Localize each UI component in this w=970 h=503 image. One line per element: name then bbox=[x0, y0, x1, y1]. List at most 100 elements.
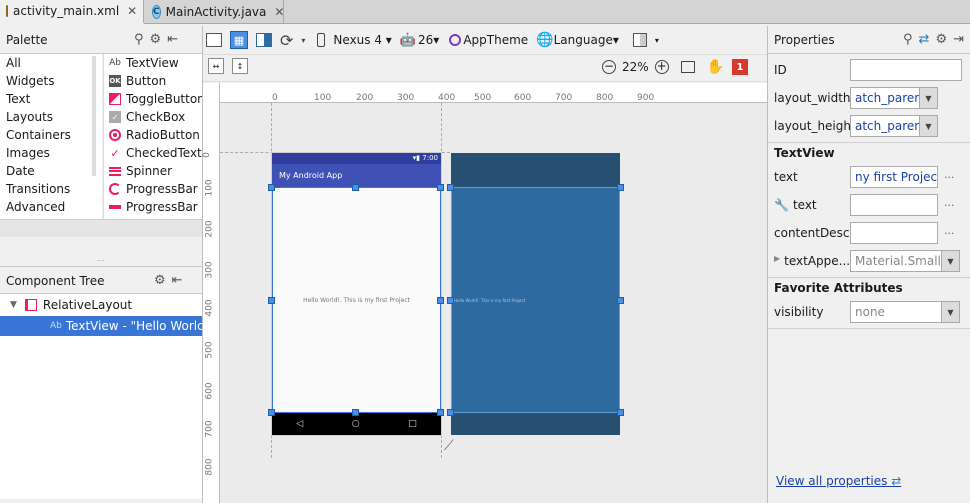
category-all[interactable]: All bbox=[0, 54, 102, 72]
zoom-out-icon[interactable]: − bbox=[602, 60, 616, 74]
resize-handle[interactable] bbox=[447, 184, 454, 191]
content-description-input[interactable] bbox=[850, 222, 938, 244]
ruler-tick: 300 bbox=[204, 261, 215, 279]
prop-tools-text: 🔧 text ··· bbox=[768, 191, 970, 219]
widget-checkbox[interactable]: ✓ CheckBox bbox=[104, 108, 202, 126]
layout-variants-icon[interactable] bbox=[632, 33, 647, 47]
gear-icon[interactable]: ⚙ bbox=[154, 273, 166, 288]
view-all-properties-link[interactable]: View all properties ⇄ bbox=[776, 474, 901, 488]
resize-handle[interactable] bbox=[437, 184, 444, 191]
resize-handle[interactable] bbox=[437, 409, 444, 416]
gear-icon[interactable]: ⚙ bbox=[935, 32, 947, 47]
resize-handle[interactable] bbox=[447, 409, 454, 416]
prop-label-wrap: ▶ textAppe... bbox=[774, 254, 850, 268]
resize-handle[interactable] bbox=[437, 297, 444, 304]
widget-textview[interactable]: Ab TextView bbox=[104, 54, 202, 72]
resize-corner-icon[interactable]: ⟋ bbox=[444, 438, 454, 454]
blueprint-textview[interactable]: Hello World!. This is my first Project bbox=[451, 187, 620, 413]
properties-header-icons: ⚲ ⇄ ⚙ ⇥ bbox=[903, 32, 964, 47]
text-input[interactable]: ny first Project bbox=[850, 166, 938, 188]
widget-radiobutton[interactable]: RadioButton bbox=[104, 126, 202, 144]
language-dropdown[interactable]: Language▾ bbox=[554, 33, 619, 47]
prop-text-appearance: ▶ textAppe... Material.Small ▼ bbox=[768, 247, 970, 275]
tree-item-textview[interactable]: Ab TextView - "Hello World!. This is my … bbox=[0, 316, 202, 336]
resize-handle[interactable] bbox=[447, 297, 454, 304]
visibility-input[interactable]: none bbox=[850, 301, 942, 323]
category-layouts[interactable]: Layouts bbox=[0, 108, 102, 126]
category-widgets[interactable]: Widgets bbox=[0, 72, 102, 90]
chevron-down-icon[interactable]: ▼ bbox=[920, 115, 938, 137]
pan-horizontal-icon[interactable]: ↔ bbox=[208, 58, 224, 74]
error-badge[interactable]: 1 bbox=[732, 59, 748, 75]
close-icon[interactable]: ✕ bbox=[127, 4, 137, 18]
tab-label: activity_main.xml bbox=[13, 4, 120, 18]
tab-mainactivity[interactable]: C MainActivity.java ✕ bbox=[146, 0, 284, 24]
widget-progressbar-circle[interactable]: ProgressBar bbox=[104, 180, 202, 198]
java-class-icon: C bbox=[152, 5, 161, 19]
hide-panel-icon[interactable]: ⇤ bbox=[167, 32, 178, 47]
chevron-down-icon[interactable]: ▼ bbox=[942, 250, 960, 272]
tree-item-label: RelativeLayout bbox=[42, 298, 133, 312]
category-advanced[interactable]: Advanced bbox=[0, 198, 102, 216]
text-appearance-input[interactable]: Material.Small bbox=[850, 250, 942, 272]
resize-handle[interactable] bbox=[352, 409, 359, 416]
layout-height-input[interactable]: atch_parent bbox=[850, 115, 920, 137]
chevron-down-icon[interactable]: ▼ bbox=[920, 87, 938, 109]
pan-hand-icon[interactable]: ✋ bbox=[707, 59, 724, 75]
layout-width-input[interactable]: atch_parent bbox=[850, 87, 920, 109]
category-transitions[interactable]: Transitions bbox=[0, 180, 102, 198]
palette-widgets: Ab TextView OK Button ToggleButton ✓ CheckB… bbox=[103, 54, 202, 219]
chevron-down-icon: ▾ bbox=[654, 35, 659, 45]
ruler-tick: 800 bbox=[204, 458, 215, 476]
more-icon[interactable]: ··· bbox=[944, 227, 955, 240]
widget-button[interactable]: OK Button bbox=[104, 72, 202, 90]
widget-checkedtextview[interactable]: ✓ CheckedTextView bbox=[104, 144, 202, 162]
id-input[interactable] bbox=[850, 59, 962, 81]
resize-handle[interactable] bbox=[617, 409, 624, 416]
prop-label: contentDesc... bbox=[774, 226, 850, 240]
device-label: Nexus 4 bbox=[333, 33, 382, 47]
zoom-fit-icon[interactable] bbox=[680, 61, 695, 73]
category-text[interactable]: Text bbox=[0, 90, 102, 108]
more-icon[interactable]: ··· bbox=[944, 199, 955, 212]
expand-arrow-icon[interactable]: ▶ bbox=[774, 254, 780, 268]
category-images[interactable]: Images bbox=[0, 144, 102, 162]
tab-activity-main[interactable]: activity_main.xml ✕ bbox=[0, 0, 144, 24]
hide-panel-icon[interactable]: ⇤ bbox=[172, 273, 183, 288]
category-date[interactable]: Date bbox=[0, 162, 102, 180]
device-dropdown[interactable]: Nexus 4 ▾ bbox=[333, 33, 391, 47]
hide-panel-icon[interactable]: ⇥ bbox=[953, 32, 964, 47]
category-containers[interactable]: Containers bbox=[0, 126, 102, 144]
chevron-down-icon[interactable]: ▼ bbox=[942, 301, 960, 323]
theme-dropdown[interactable]: AppTheme bbox=[463, 33, 528, 47]
category-scrollbar[interactable] bbox=[92, 56, 96, 176]
resize-handle[interactable] bbox=[617, 297, 624, 304]
widget-togglebutton[interactable]: ToggleButton bbox=[104, 90, 202, 108]
swap-icon[interactable]: ⇄ bbox=[919, 32, 930, 47]
resize-handle[interactable] bbox=[268, 409, 275, 416]
orientation-icon[interactable]: ⟳ bbox=[280, 31, 293, 50]
pan-vertical-icon[interactable]: ↕ bbox=[232, 58, 248, 74]
design-view-icon[interactable] bbox=[206, 33, 222, 47]
close-icon[interactable]: ✕ bbox=[274, 5, 284, 19]
widget-spinner[interactable]: Spinner bbox=[104, 162, 202, 180]
resize-handle[interactable] bbox=[617, 184, 624, 191]
blueprint-view-icon[interactable]: ▦ bbox=[230, 31, 248, 49]
tree-item-relativelayout[interactable]: ▼ RelativeLayout bbox=[0, 294, 202, 316]
widget-progressbar-horizontal[interactable]: ProgressBar bbox=[104, 198, 202, 216]
tools-text-input[interactable] bbox=[850, 194, 938, 216]
design-blueprint-icon[interactable] bbox=[256, 33, 272, 47]
gear-icon[interactable]: ⚙ bbox=[150, 32, 162, 47]
splitter-handle[interactable]: ⋯ bbox=[0, 255, 202, 265]
widget-label: Button bbox=[126, 74, 167, 88]
ruler-tick: 900 bbox=[637, 93, 655, 103]
expand-arrow-icon[interactable]: ▼ bbox=[10, 300, 17, 310]
resize-handle[interactable] bbox=[352, 184, 359, 191]
resize-handle[interactable] bbox=[268, 297, 275, 304]
search-icon[interactable]: ⚲ bbox=[134, 32, 144, 47]
zoom-in-icon[interactable]: + bbox=[654, 60, 669, 74]
more-icon[interactable]: ··· bbox=[944, 171, 955, 184]
resize-handle[interactable] bbox=[268, 184, 275, 191]
search-icon[interactable]: ⚲ bbox=[903, 32, 913, 47]
api-dropdown[interactable]: 26▾ bbox=[418, 33, 439, 47]
